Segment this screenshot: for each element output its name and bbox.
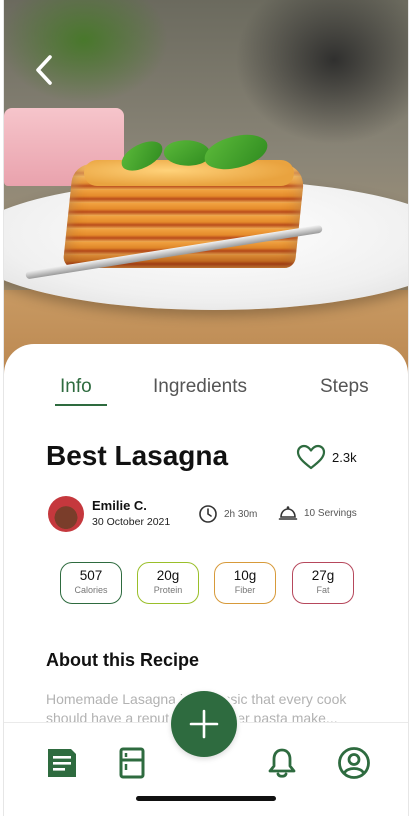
nutrition-label: Calories (74, 585, 108, 595)
nav-recipes[interactable] (42, 743, 82, 783)
bell-icon (268, 748, 296, 778)
like-count: 2.3k (332, 449, 357, 465)
author-row: Emilie C. 30 October 2021 2h 30m 10 Serv… (48, 496, 378, 532)
nutrition-value: 20g (156, 568, 180, 583)
tab-bar: Info Ingredients Steps (4, 376, 408, 412)
nutrition-label: Protein (153, 585, 183, 595)
avatar[interactable] (48, 496, 84, 532)
recipe-title: Best Lasagna (46, 440, 229, 471)
servings: 10 Servings (278, 504, 357, 522)
nav-notifications[interactable] (262, 743, 302, 783)
nutrition-label: Fat (316, 585, 330, 595)
phone-screen: Info Ingredients Steps Best Lasagna 2.3k… (3, 0, 409, 816)
fridge-icon (119, 747, 145, 779)
like-button[interactable]: 2.3k (296, 444, 357, 470)
nutrition-value: 507 (79, 568, 103, 583)
nutrition-fat: 27g Fat (292, 562, 354, 604)
recipe-hero-image (4, 0, 408, 390)
cook-time: 2h 30m (198, 504, 257, 524)
author-name[interactable]: Emilie C. (92, 498, 147, 513)
tab-steps[interactable]: Steps (320, 376, 369, 398)
cook-time-value: 2h 30m (224, 508, 258, 520)
nutrition-calories: 507 Calories (60, 562, 122, 604)
home-indicator[interactable] (136, 796, 276, 801)
nutrition-value: 10g (233, 568, 257, 583)
nutrition-protein: 20g Protein (137, 562, 199, 604)
nutrition-fiber: 10g Fiber (214, 562, 276, 604)
cloche-icon (278, 506, 298, 520)
nav-profile[interactable] (334, 743, 374, 783)
add-recipe-button-wrapper (168, 688, 240, 760)
clock-icon (199, 505, 217, 523)
servings-value: 10 Servings (304, 507, 357, 519)
about-section-title: About this Recipe (46, 650, 200, 670)
nav-fridge[interactable] (112, 743, 152, 783)
tab-ingredients[interactable]: Ingredients (153, 376, 247, 398)
post-date: 30 October 2021 (92, 516, 171, 528)
recipes-icon (48, 749, 76, 777)
active-tab-indicator (55, 404, 107, 406)
nutrition-label: Fiber (234, 585, 256, 595)
chevron-left-icon (36, 55, 52, 85)
plus-icon (189, 709, 219, 739)
profile-icon (338, 747, 370, 779)
add-recipe-button[interactable] (171, 691, 237, 757)
nutrition-value: 27g (311, 568, 335, 583)
back-button[interactable] (28, 52, 60, 88)
heart-icon (296, 444, 326, 470)
tab-info[interactable]: Info (60, 376, 92, 398)
